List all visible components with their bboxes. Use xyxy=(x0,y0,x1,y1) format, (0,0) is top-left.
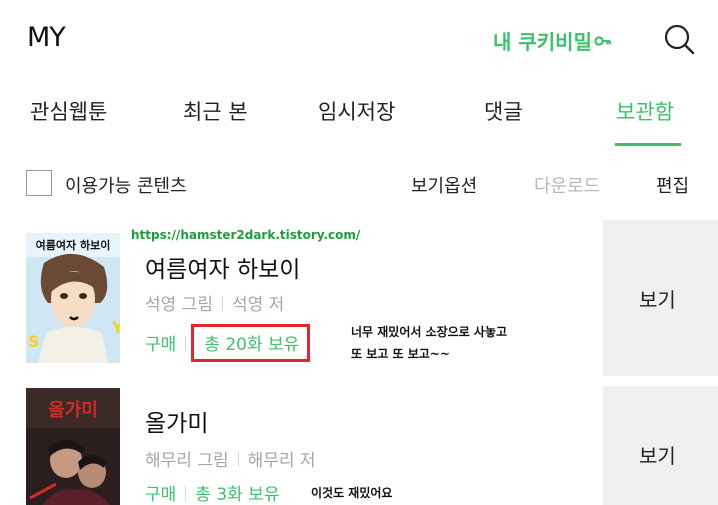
purchase-row: 구매 총 20화 보유 xyxy=(145,324,311,362)
active-tab-indicator xyxy=(615,143,681,146)
owned-count: 총 20화 보유 xyxy=(204,335,300,355)
list-item: 여름여자 하보이 Y S https://hamster2dark.tistor… xyxy=(0,220,718,376)
tab-comments[interactable]: 댓글 xyxy=(484,96,523,126)
annotation-line: 또 보고 또 보고~~ xyxy=(351,347,450,361)
search-icon[interactable] xyxy=(661,22,697,58)
tab-storage[interactable]: 보관함 xyxy=(616,96,674,126)
top-header: MY 내 쿠키비밀 xyxy=(0,0,718,80)
download-button[interactable]: 다운로드 xyxy=(534,172,600,198)
webtoon-credits: 석영 그림 석영 저 xyxy=(145,290,284,315)
annotation-line: 이것도 재밌어요 xyxy=(311,486,393,500)
view-button-label: 보기 xyxy=(639,288,676,312)
options-bar: 이용가능 콘텐츠 보기옵션 다운로드 편집 xyxy=(0,160,718,208)
my-tabs: 관심웹툰 최근 본 임시저장 댓글 보관함 xyxy=(0,84,718,148)
writer-credit: 해무리 저 xyxy=(247,451,316,471)
divider xyxy=(185,336,187,351)
view-options-button[interactable]: 보기옵션 xyxy=(411,172,477,198)
owned-count-highlight: 총 20화 보유 xyxy=(191,324,311,362)
view-button[interactable]: 보기 xyxy=(603,386,718,505)
webtoon-thumbnail[interactable]: 여름여자 하보이 Y S xyxy=(26,233,120,363)
artist-credit: 해무리 그림 xyxy=(145,451,229,471)
tab-temp-saved[interactable]: 임시저장 xyxy=(318,96,395,126)
webtoon-title[interactable]: 여름여자 하보이 xyxy=(145,250,300,284)
svg-text:Y: Y xyxy=(111,318,120,337)
cookie-link-label: 내 쿠키비밀 xyxy=(493,30,592,54)
available-only-checkbox[interactable] xyxy=(26,170,52,196)
webtoon-credits: 해무리 그림 해무리 저 xyxy=(145,446,316,471)
purchase-row: 구매 총 3화 보유 xyxy=(145,480,279,505)
key-icon xyxy=(594,32,612,53)
svg-text:S: S xyxy=(28,332,40,351)
svg-text:올가미: 올가미 xyxy=(48,400,98,421)
owned-count: 총 3화 보유 xyxy=(195,485,280,505)
purchase-button[interactable]: 구매 xyxy=(145,335,176,355)
annotation-note: 너무 재밌어서 소장으로 사놓고 또 보고 또 보고~~ xyxy=(351,321,551,365)
annotation-line: 너무 재밌어서 소장으로 사놓고 xyxy=(351,325,508,339)
view-button[interactable]: 보기 xyxy=(603,220,718,376)
purchase-button[interactable]: 구매 xyxy=(145,485,176,505)
view-button-label: 보기 xyxy=(639,444,676,468)
webtoon-title[interactable]: 올가미 xyxy=(145,404,208,438)
cookie-password-link[interactable]: 내 쿠키비밀 xyxy=(493,26,612,55)
storage-list: 여름여자 하보이 Y S https://hamster2dark.tistor… xyxy=(0,220,718,505)
list-item: 올가미 올가미 해무리 그림 해무리 저 구매 총 3화 보유 이것도 재밌어요 보… xyxy=(0,386,718,505)
svg-text:여름여자 하보이: 여름여자 하보이 xyxy=(36,238,111,252)
page-title: MY xyxy=(27,22,66,53)
webtoon-thumbnail[interactable]: 올가미 xyxy=(26,388,120,505)
divider xyxy=(221,296,223,311)
writer-credit: 석영 저 xyxy=(231,295,285,315)
blog-url-watermark: https://hamster2dark.tistory.com/ xyxy=(131,228,361,242)
divider xyxy=(237,452,239,467)
tab-favorite-webtoons[interactable]: 관심웹툰 xyxy=(30,96,107,126)
edit-button[interactable]: 편집 xyxy=(656,172,689,198)
annotation-note: 이것도 재밌어요 xyxy=(311,482,392,504)
available-only-label[interactable]: 이용가능 콘텐츠 xyxy=(65,172,187,198)
tab-recently-viewed[interactable]: 최근 본 xyxy=(183,96,248,126)
artist-credit: 석영 그림 xyxy=(145,295,213,315)
divider xyxy=(185,486,187,501)
